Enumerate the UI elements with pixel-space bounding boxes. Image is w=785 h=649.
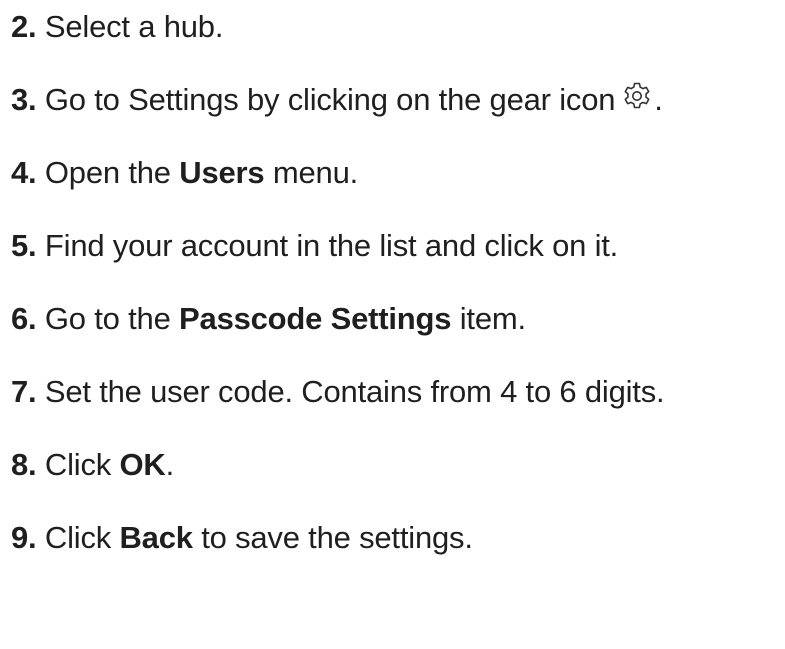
step-8: 8. Click OK. xyxy=(11,442,174,488)
item-name-passcode-settings: Passcode Settings xyxy=(179,301,452,336)
step-number: 4. xyxy=(11,155,37,190)
step-text: Find your account in the list and click … xyxy=(44,228,619,263)
step-number: 3. xyxy=(11,82,37,117)
step-text-end: to save the settings. xyxy=(201,520,473,555)
button-name-back: Back xyxy=(119,520,193,555)
step-number: 6. xyxy=(11,301,37,336)
step-text: Set the user code. Contains from 4 to 6 … xyxy=(44,374,665,409)
step-number: 2. xyxy=(11,9,37,44)
button-name-ok: OK xyxy=(119,447,166,482)
step-9: 9. Click Back to save the settings. xyxy=(11,515,473,561)
step-text-end: menu. xyxy=(272,155,359,190)
step-2: 2. Select a hub. xyxy=(11,4,223,50)
step-text: Click xyxy=(44,447,112,482)
step-text: Go to Settings by clicking on the gear i… xyxy=(44,82,616,117)
step-number: 7. xyxy=(11,374,37,409)
step-6: 6. Go to the Passcode Settings item. xyxy=(11,296,526,342)
step-number: 5. xyxy=(11,228,37,263)
step-text-end: item. xyxy=(459,301,526,336)
step-7: 7. Set the user code. Contains from 4 to… xyxy=(11,369,665,415)
step-text-end: . xyxy=(654,82,663,117)
gear-icon xyxy=(621,80,653,112)
step-text: Go to the xyxy=(44,301,171,336)
step-text: Select a hub. xyxy=(44,9,224,44)
step-text: Open the xyxy=(44,155,171,190)
step-5: 5. Find your account in the list and cli… xyxy=(11,223,618,269)
step-number: 9. xyxy=(11,520,37,555)
step-number: 8. xyxy=(11,447,37,482)
step-4: 4. Open the Users menu. xyxy=(11,150,358,196)
step-3: 3. Go to Settings by clicking on the gea… xyxy=(11,77,663,123)
step-text-end: . xyxy=(165,447,175,482)
menu-name-users: Users xyxy=(179,155,265,190)
step-text: Click xyxy=(44,520,112,555)
